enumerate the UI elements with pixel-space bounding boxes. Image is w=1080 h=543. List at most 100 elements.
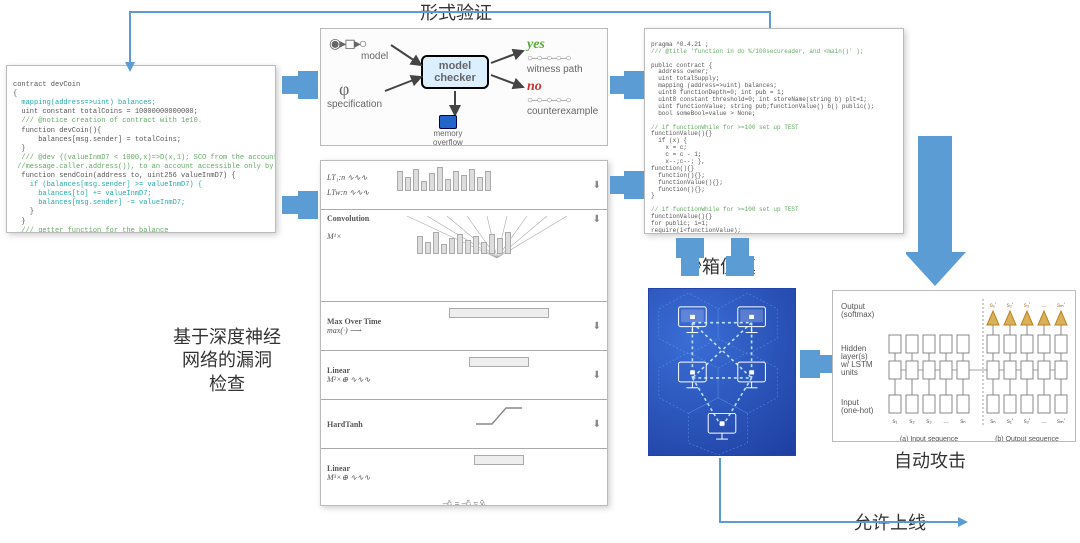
arrow-left-icon: [800, 350, 820, 378]
lstm-xaxis-a: (a) Input sequence: [900, 436, 958, 442]
max-sub: max(·) ⟶: [327, 326, 361, 335]
arrow-right-icon: [624, 71, 644, 99]
lstm-diagram: Output(softmax) Hiddenlayer(s)w/ LSTMuni…: [837, 295, 1076, 442]
svg-text:≡: ≡: [690, 313, 695, 322]
slab-icon: [469, 357, 529, 367]
analyzed-code-box: pragma ^0.4.21 ; /// @title 'function in…: [644, 28, 904, 234]
bars-icon: [417, 228, 511, 254]
no-sub: counterexample: [527, 106, 598, 117]
slab-icon: [449, 308, 549, 318]
tick: s₂: [909, 419, 915, 425]
code-line: if (balances[msg.sender] >= valueInmD7) …: [13, 181, 202, 189]
tick: s₃: [926, 419, 932, 425]
label-auto-attack: 自动攻击: [880, 450, 980, 473]
model-checker-box: ◉▸◻▸○ model φ specification model checke…: [320, 28, 608, 146]
code-line: /// @notice creation of contract with 1e…: [13, 117, 202, 125]
code-line: mapping(address=>uint) balances;: [13, 99, 156, 107]
sandbox-network-icon: ≡ ≡ ≡ ≡ ≡: [649, 289, 795, 455]
arrow-code-to-lstm: [906, 136, 976, 286]
ac-line: address owner; uint totalSupply; mapping…: [651, 68, 874, 116]
no-text: no: [527, 79, 598, 95]
code-line: }: [13, 218, 26, 226]
tick: sₙ: [990, 419, 996, 425]
down-icon: ⬇: [593, 214, 601, 225]
max-title: Max Over Time: [327, 317, 381, 326]
yes-group: yes ○–○–○–○–○ witness path: [527, 37, 583, 75]
down-icon: ⬇: [593, 370, 601, 381]
lin1-sub: M²×⊕ ∿∿∿: [327, 375, 370, 384]
svg-text:≡: ≡: [749, 313, 754, 322]
conv-sub: M¹×: [327, 232, 341, 241]
code-line: }: [13, 145, 26, 153]
label-formal-verification: 形式验证: [396, 2, 516, 25]
code-line: function sendCoin(address to, uint256 va…: [13, 172, 236, 180]
label-allow-online: 允许上线: [840, 512, 940, 535]
svg-text:≡: ≡: [720, 419, 725, 428]
code-line: function devCoin(){: [13, 127, 101, 135]
tick: …: [943, 419, 949, 425]
slab-icon: [474, 455, 524, 465]
code-line: }: [13, 208, 34, 216]
lstm-input-label: Input(one-hot): [841, 398, 874, 415]
hardtanh-icon: [474, 404, 524, 428]
tick: s₁': [1007, 419, 1013, 425]
cnn-lt1: LT₁:n ∿∿∿: [327, 173, 397, 182]
arrow-right-icon: [298, 191, 318, 219]
cnn-input-row: LT₁:n ∿∿∿ LTw:n ∿∿∿ ⬇: [321, 161, 607, 210]
ac-line: }: [651, 192, 655, 199]
arrow-sandbox-down: [731, 238, 749, 256]
code-line: balances[msg.sender] -= valueInmD7;: [13, 199, 185, 207]
lstm-xaxis-b: (b) Output sequence: [995, 436, 1059, 442]
code-line: {: [13, 90, 17, 98]
arrow-sandbox-up: [681, 258, 699, 276]
lstm-out-label: Output(softmax): [841, 302, 875, 319]
source-code-box: contract devCoin { mapping(address=>uint…: [6, 65, 276, 233]
out-tick: sₘ': [1057, 303, 1065, 309]
yes-text: yes: [527, 37, 583, 53]
cnn-footer: –c̄ᵢ = –c̃ᵢ ≈ ŷᵢ: [321, 497, 607, 506]
code-line: /// @dev {(valueInmD7 < 1000,x)=>D(x,1);…: [13, 154, 276, 162]
tick: s₂': [1024, 419, 1030, 425]
sandbox-box: ≡ ≡ ≡ ≡ ≡: [648, 288, 796, 456]
cnn-box: LT₁:n ∿∿∿ LTw:n ∿∿∿ ⬇ Convolution M¹× ⬇ …: [320, 160, 608, 506]
lstm-hidden-label: Hiddenlayer(s)w/ LSTMunits: [840, 344, 873, 377]
cnn-max-row: Max Over Time max(·) ⟶ ⬇: [321, 302, 607, 351]
arrow-right-icon: [298, 71, 318, 99]
out-tick: …: [1041, 303, 1047, 309]
lin2-sub: M³×⊕ ∿∿∿: [327, 473, 370, 482]
bars-icon: [397, 165, 601, 191]
cnn-linear1-row: Linear M²×⊕ ∿∿∿ ⬇: [321, 351, 607, 400]
arrow-lstm-to-sandbox: [820, 355, 832, 373]
code-line: balances[to] += valueInmD7;: [13, 190, 152, 198]
yes-chain: ○–○–○–○–○: [527, 53, 583, 64]
ac-line: function(){};: [651, 186, 705, 193]
cnn-conv-row: Convolution M¹× ⬇: [321, 210, 607, 302]
lin2-title: Linear: [327, 464, 350, 473]
code-line: balances[msg.sender] = totalCoins;: [13, 136, 181, 144]
cnn-linear2-row: Linear M³×⊕ ∿∿∿: [321, 449, 607, 497]
label-dnn-check: 基于深度神经 网络的漏洞 检查: [152, 326, 302, 396]
tick: sₙ: [960, 419, 966, 425]
cnn-ltw: LTw:n ∿∿∿: [327, 188, 397, 197]
code-line: /// getter function for the balance: [13, 227, 168, 233]
down-icon: ⬇: [593, 419, 601, 430]
arrow-up-icon: [676, 238, 704, 258]
code-line: //message.caller.address()), to an accou…: [13, 163, 276, 171]
tick: s₁: [892, 419, 897, 425]
down-icon: ⬇: [593, 321, 601, 332]
code-line: uint constant totalCoins = 1000000000000…: [13, 108, 198, 116]
no-chain: ○–○–○–○–○: [527, 95, 598, 106]
svg-text:≡: ≡: [749, 368, 754, 377]
yes-sub: witness path: [527, 64, 583, 75]
out-tick: s₃': [1024, 303, 1031, 309]
arrow-right-icon: [624, 171, 644, 199]
tick: sₘ': [1057, 419, 1065, 425]
out-tick: s₁': [990, 303, 996, 309]
svg-text:≡: ≡: [690, 368, 695, 377]
tick: …: [1041, 419, 1047, 425]
lstm-box: Output(softmax) Hiddenlayer(s)w/ LSTMuni…: [832, 290, 1076, 442]
code-line: contract devCoin: [13, 81, 80, 89]
down-icon: ⬇: [593, 180, 601, 191]
arrow-down-icon: [726, 256, 754, 276]
ac-line: /// @title 'function in do %/100securead…: [651, 48, 863, 55]
